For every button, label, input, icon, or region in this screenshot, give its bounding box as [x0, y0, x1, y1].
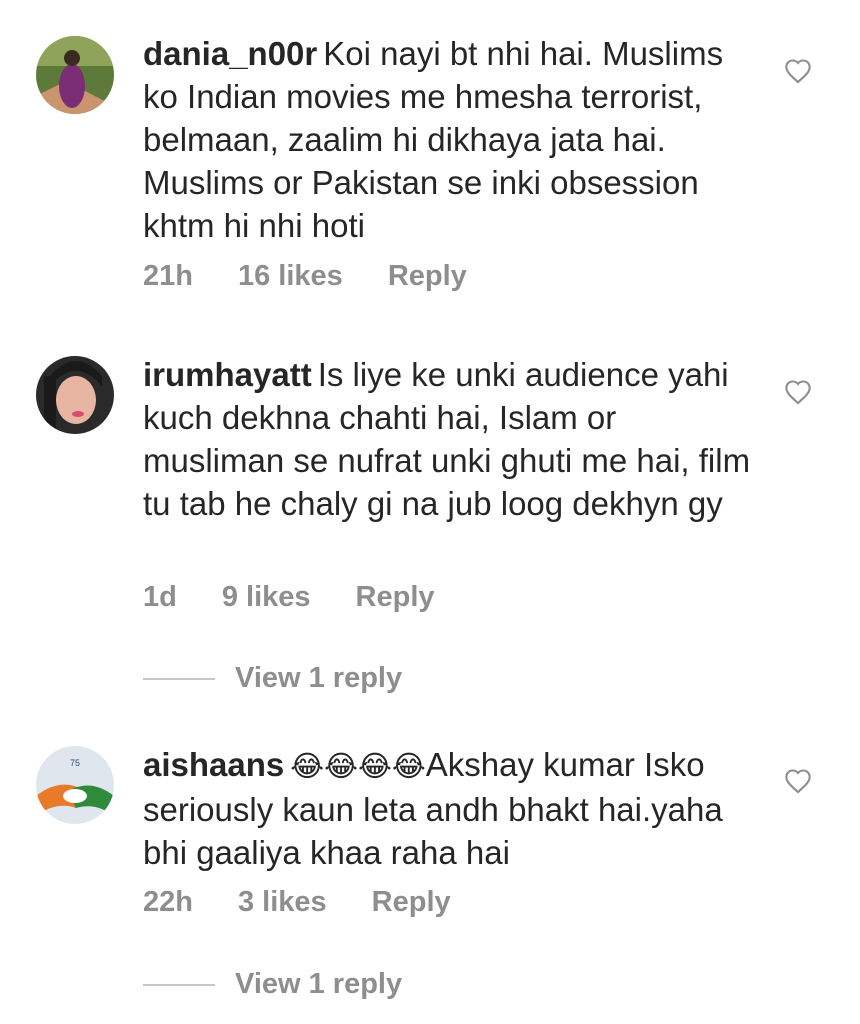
timestamp: 1d [143, 581, 177, 613]
comment-meta: 22h 3 likes Reply [143, 886, 451, 919]
reply-button[interactable]: Reply [372, 886, 451, 919]
svg-text:75: 75 [70, 758, 80, 768]
view-replies-label[interactable]: View 1 reply [235, 968, 402, 1001]
view-replies-button[interactable]: View 1 reply [143, 662, 402, 695]
heart-outline-icon[interactable] [784, 768, 812, 794]
likes-count[interactable]: 3 likes [238, 886, 327, 919]
likes-count[interactable]: 16 likes [238, 260, 343, 293]
username[interactable]: irumhayatt [143, 356, 312, 393]
comment-text: aishaans 😂😂😂😂Akshay kumar Isko seriously … [143, 743, 763, 874]
comment-meta: 1d 9 likes Reply [143, 581, 435, 614]
divider [143, 677, 215, 680]
likes-count[interactable]: 9 likes [222, 581, 311, 614]
reply-button[interactable]: Reply [356, 581, 435, 614]
username[interactable]: dania_n00r [143, 35, 317, 72]
comment-text: dania_n00r Koi nayi bt nhi hai. Muslims k… [143, 32, 763, 247]
comment-text: irumhayatt Is liye ke unki audience yahi … [143, 353, 763, 525]
avatar[interactable] [36, 36, 114, 114]
reply-button[interactable]: Reply [388, 260, 467, 293]
view-replies-label[interactable]: View 1 reply [235, 662, 402, 695]
timestamp: 21h [143, 260, 193, 292]
heart-outline-icon[interactable] [784, 58, 812, 84]
laughing-tears-emoji: 😂😂😂😂 [290, 749, 426, 783]
divider [143, 983, 215, 986]
view-replies-button[interactable]: View 1 reply [143, 968, 402, 1001]
avatar[interactable]: 75 [36, 746, 114, 824]
username[interactable]: aishaans [143, 746, 284, 783]
comment-meta: 21h 16 likes Reply [143, 260, 467, 293]
avatar[interactable] [36, 356, 114, 434]
heart-outline-icon[interactable] [784, 379, 812, 405]
timestamp: 22h [143, 886, 193, 918]
